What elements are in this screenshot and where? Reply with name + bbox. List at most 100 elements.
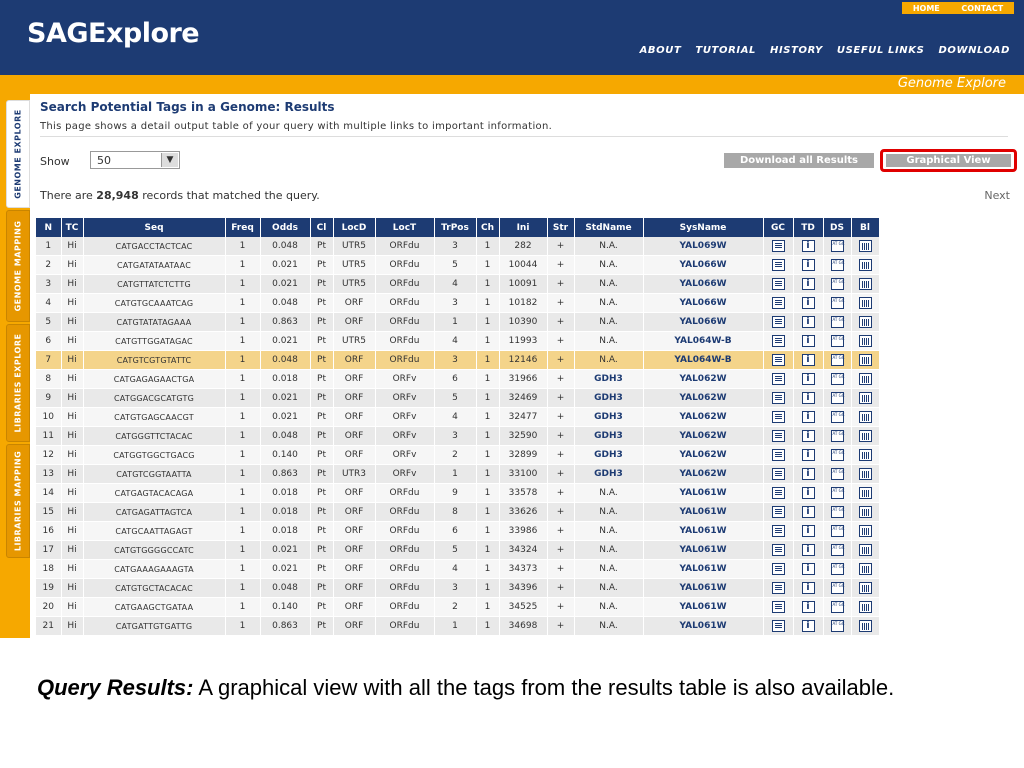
dna-sequence-icon[interactable]: [830, 563, 844, 575]
sys-name-link[interactable]: YAL062W: [643, 426, 764, 446]
column-header[interactable]: Cl: [310, 218, 334, 237]
info-icon[interactable]: [801, 468, 815, 480]
gc-chart-icon[interactable]: [771, 601, 785, 613]
gc-chart-icon[interactable]: [771, 506, 785, 518]
dna-sequence-icon[interactable]: [830, 430, 844, 442]
std-name-cell[interactable]: GDH3: [574, 407, 644, 427]
dna-sequence-icon[interactable]: [830, 620, 844, 632]
column-header[interactable]: DS: [823, 218, 852, 237]
sys-name-link[interactable]: YAL066W: [643, 312, 764, 332]
gc-chart-icon[interactable]: [771, 525, 785, 537]
info-icon[interactable]: [801, 620, 815, 632]
chevron-down-icon[interactable]: ▼: [161, 153, 178, 167]
home-link[interactable]: HOME: [913, 4, 940, 13]
column-header[interactable]: TrPos: [434, 218, 477, 237]
tab-genome-explore[interactable]: GENOME EXPLORE: [6, 100, 30, 208]
gc-chart-icon[interactable]: [771, 373, 785, 385]
blast-icon[interactable]: [858, 373, 872, 385]
dna-sequence-icon[interactable]: [830, 297, 844, 309]
contact-link[interactable]: CONTACT: [961, 4, 1003, 13]
gc-chart-icon[interactable]: [771, 297, 785, 309]
blast-icon[interactable]: [858, 240, 872, 252]
blast-icon[interactable]: [858, 278, 872, 290]
gc-chart-icon[interactable]: [771, 259, 785, 271]
gc-chart-icon[interactable]: [771, 449, 785, 461]
dna-sequence-icon[interactable]: [830, 582, 844, 594]
info-icon[interactable]: [801, 449, 815, 461]
dna-sequence-icon[interactable]: [830, 259, 844, 271]
graphical-view-button[interactable]: Graphical View: [886, 154, 1011, 167]
blast-icon[interactable]: [858, 506, 872, 518]
column-header[interactable]: Odds: [260, 218, 311, 237]
gc-chart-icon[interactable]: [771, 392, 785, 404]
dna-sequence-icon[interactable]: [830, 487, 844, 499]
gc-chart-icon[interactable]: [771, 335, 785, 347]
column-header[interactable]: Seq: [83, 218, 226, 237]
dna-sequence-icon[interactable]: [830, 392, 844, 404]
sys-name-link[interactable]: YAL061W: [643, 483, 764, 503]
gc-chart-icon[interactable]: [771, 354, 785, 366]
blast-icon[interactable]: [858, 544, 872, 556]
info-icon[interactable]: [801, 525, 815, 537]
info-icon[interactable]: [801, 544, 815, 556]
blast-icon[interactable]: [858, 316, 872, 328]
dna-sequence-icon[interactable]: [830, 240, 844, 252]
sys-name-link[interactable]: YAL061W: [643, 521, 764, 541]
tab-libraries-explore[interactable]: LIBRARIES EXPLORE: [6, 324, 30, 442]
blast-icon[interactable]: [858, 392, 872, 404]
tab-genome-mapping[interactable]: GENOME MAPPING: [6, 210, 30, 322]
info-icon[interactable]: [801, 430, 815, 442]
blast-icon[interactable]: [858, 563, 872, 575]
dna-sequence-icon[interactable]: [830, 373, 844, 385]
gc-chart-icon[interactable]: [771, 468, 785, 480]
info-icon[interactable]: [801, 601, 815, 613]
sys-name-link[interactable]: YAL064W-B: [643, 350, 764, 370]
sys-name-link[interactable]: YAL062W: [643, 464, 764, 484]
std-name-cell[interactable]: GDH3: [574, 369, 644, 389]
sys-name-link[interactable]: YAL062W: [643, 369, 764, 389]
column-header[interactable]: Ini: [499, 218, 548, 237]
sys-name-link[interactable]: YAL066W: [643, 293, 764, 313]
column-header[interactable]: LocD: [333, 218, 376, 237]
info-icon[interactable]: [801, 392, 815, 404]
column-header[interactable]: TC: [61, 218, 84, 237]
blast-icon[interactable]: [858, 411, 872, 423]
info-icon[interactable]: [801, 278, 815, 290]
dna-sequence-icon[interactable]: [830, 278, 844, 290]
dna-sequence-icon[interactable]: [830, 449, 844, 461]
column-header[interactable]: N: [36, 218, 62, 237]
column-header[interactable]: Bl: [851, 218, 880, 237]
blast-icon[interactable]: [858, 620, 872, 632]
show-select[interactable]: 50 ▼: [90, 151, 180, 169]
std-name-cell[interactable]: GDH3: [574, 426, 644, 446]
sys-name-link[interactable]: YAL069W: [643, 237, 764, 256]
gc-chart-icon[interactable]: [771, 620, 785, 632]
column-header[interactable]: StdName: [574, 218, 644, 237]
info-icon[interactable]: [801, 411, 815, 423]
sys-name-link[interactable]: YAL062W: [643, 445, 764, 465]
nav-tutorial[interactable]: TUTORIAL: [695, 45, 756, 56]
column-header[interactable]: SysName: [643, 218, 764, 237]
blast-icon[interactable]: [858, 354, 872, 366]
std-name-cell[interactable]: GDH3: [574, 388, 644, 408]
sys-name-link[interactable]: YAL061W: [643, 540, 764, 560]
column-header[interactable]: Freq: [225, 218, 261, 237]
sys-name-link[interactable]: YAL066W: [643, 255, 764, 275]
column-header[interactable]: TD: [793, 218, 824, 237]
column-header[interactable]: Str: [547, 218, 575, 237]
site-logo[interactable]: SAGExplore: [27, 18, 200, 49]
std-name-cell[interactable]: GDH3: [574, 464, 644, 484]
sys-name-link[interactable]: YAL062W: [643, 388, 764, 408]
gc-chart-icon[interactable]: [771, 544, 785, 556]
gc-chart-icon[interactable]: [771, 487, 785, 499]
dna-sequence-icon[interactable]: [830, 506, 844, 518]
dna-sequence-icon[interactable]: [830, 525, 844, 537]
blast-icon[interactable]: [858, 297, 872, 309]
sys-name-link[interactable]: YAL061W: [643, 616, 764, 636]
info-icon[interactable]: [801, 582, 815, 594]
blast-icon[interactable]: [858, 449, 872, 461]
dna-sequence-icon[interactable]: [830, 335, 844, 347]
info-icon[interactable]: [801, 240, 815, 252]
dna-sequence-icon[interactable]: [830, 544, 844, 556]
std-name-cell[interactable]: GDH3: [574, 445, 644, 465]
